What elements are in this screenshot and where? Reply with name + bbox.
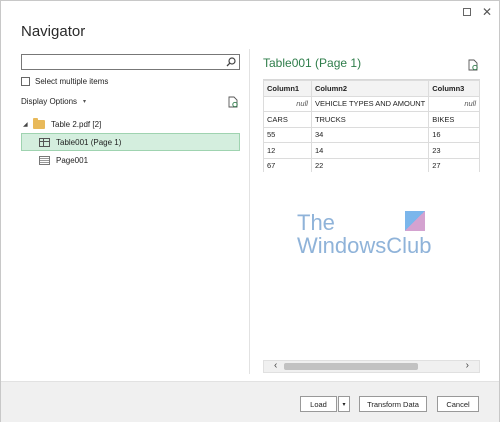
page-title: Navigator [21, 23, 86, 40]
watermark-logo-icon [405, 211, 425, 231]
table-cell: CARS [263, 111, 312, 128]
scroll-right-icon[interactable]: › [466, 360, 469, 371]
tree-item-label: Page001 [56, 155, 89, 165]
tree-item-label: Table001 (Page 1) [56, 137, 122, 147]
tree-item-root[interactable]: ◢ Table 2.pdf [2] [21, 115, 240, 133]
navigator-tree: ◢ Table 2.pdf [2] Table001 (Page 1) Page… [21, 115, 240, 169]
table-row: 55 34 16 [263, 126, 480, 143]
expand-caret-icon[interactable]: ◢ [23, 121, 33, 128]
table-cell: 55 [263, 126, 312, 143]
refresh-icon[interactable] [227, 96, 239, 108]
table-row: CARS TRUCKS BIKES [263, 111, 480, 128]
search-icon[interactable] [226, 57, 236, 67]
table-cell: 67 [263, 157, 312, 172]
horizontal-scrollbar[interactable]: ‹ › [263, 360, 480, 373]
display-options-label: Display Options [21, 97, 78, 106]
refresh-icon[interactable] [467, 59, 479, 71]
table-cell: VEHICLE TYPES AND AMOUNT [310, 95, 430, 112]
table-row: 12 14 23 [263, 142, 480, 159]
column-header: Column2 [310, 80, 430, 97]
maximize-button[interactable] [461, 6, 473, 18]
table-cell: TRUCKS [310, 111, 430, 128]
table-cell: null [428, 95, 480, 112]
select-multiple-option[interactable]: Select multiple items [21, 77, 108, 86]
preview-table: Column1 Column2 Column3 null VEHICLE TYP… [263, 79, 480, 172]
table-cell: 22 [310, 157, 430, 172]
table-header-row: Column1 Column2 Column3 [263, 80, 480, 97]
table-icon [39, 137, 50, 147]
scrollbar-thumb[interactable] [284, 363, 418, 370]
column-header: Column1 [263, 80, 312, 97]
tree-item-label: Table 2.pdf [2] [51, 119, 102, 129]
table-cell: 14 [310, 142, 430, 159]
page-icon [39, 155, 50, 165]
search-input[interactable] [21, 54, 240, 70]
tree-item-page001[interactable]: Page001 [21, 151, 240, 169]
display-options-dropdown[interactable]: Display Options ▾ [21, 97, 86, 106]
table-row: null VEHICLE TYPES AND AMOUNT null [263, 95, 480, 112]
table-cell: null [263, 95, 312, 112]
navigator-window: ✕ Navigator Select multiple items Displa… [0, 0, 500, 422]
load-button[interactable]: Load [300, 396, 337, 412]
close-button[interactable]: ✕ [481, 6, 493, 18]
table-cell: 12 [263, 142, 312, 159]
preview-title: Table001 (Page 1) [263, 56, 362, 70]
scroll-left-icon[interactable]: ‹ [274, 360, 277, 371]
table-cell: BIKES [428, 111, 480, 128]
watermark-line: WindowsClub [297, 233, 432, 258]
select-multiple-label: Select multiple items [35, 77, 109, 86]
table-cell: 27 [428, 157, 480, 172]
folder-icon [33, 117, 45, 129]
transform-data-button[interactable]: Transform Data [359, 396, 427, 412]
cancel-button[interactable]: Cancel [437, 396, 479, 412]
column-header: Column3 [428, 80, 480, 97]
table-row: 67 22 27 [263, 157, 480, 172]
maximize-icon [463, 8, 471, 16]
pane-divider[interactable] [249, 49, 250, 374]
load-dropdown-button[interactable]: ▾ [338, 396, 350, 412]
tree-item-table001[interactable]: Table001 (Page 1) [21, 133, 240, 151]
table-cell: 23 [428, 142, 480, 159]
table-cell: 34 [310, 126, 430, 143]
table-cell: 16 [428, 126, 480, 143]
chevron-down-icon: ▾ [83, 99, 87, 105]
select-multiple-checkbox[interactable] [21, 77, 30, 86]
